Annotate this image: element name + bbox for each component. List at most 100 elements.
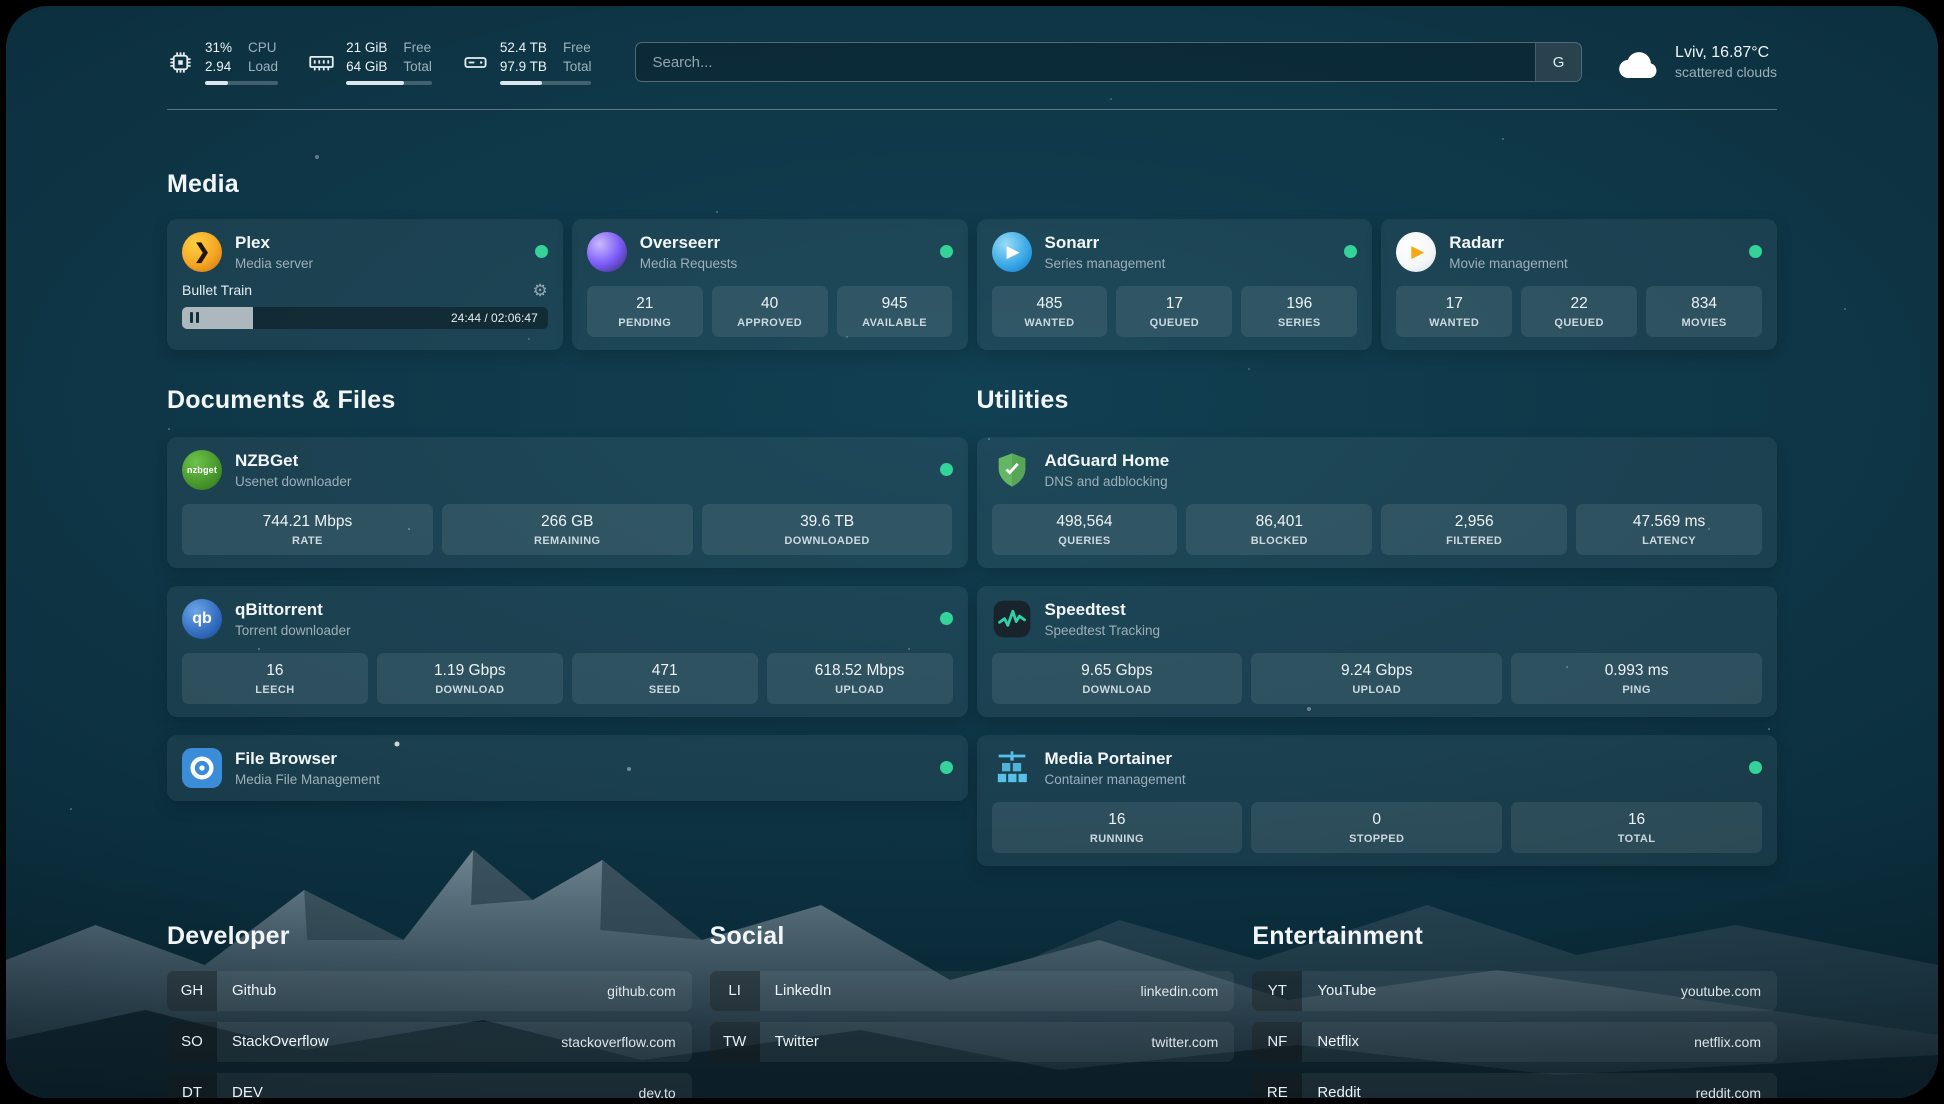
bookmark-twitter[interactable]: TW Twitter twitter.com [710,1022,1235,1062]
radarr-subtitle: Movie management [1449,256,1568,271]
filebrowser-card-header[interactable]: File Browser Media File Management [182,748,953,788]
bookmark-github[interactable]: GH Github github.com [167,971,692,1011]
portainer-icon [992,748,1032,788]
bookmark-reddit[interactable]: RE Reddit reddit.com [1252,1073,1777,1098]
adguard-icon [992,450,1032,490]
dashboard-content: 31% 2.94 CPU Load [167,6,1777,1098]
bookmark-name: Reddit [1302,1073,1360,1098]
radarr-title: Radarr [1449,233,1568,253]
plex-title: Plex [235,233,313,253]
stat-wanted: 485 WANTED [992,286,1108,337]
disk-free: 52.4 TB [500,40,547,57]
qbittorrent-meta: qBittorrent Torrent downloader [235,600,351,638]
radarr-icon: ▶ [1396,232,1436,272]
weather-text: Lviv, 16.87°C scattered clouds [1675,44,1777,80]
qbittorrent-icon: qb [182,599,222,639]
service-card-speedtest[interactable]: Speedtest Speedtest Tracking 9.65 Gbps D… [977,586,1778,717]
sonarr-status-dot [1344,245,1357,258]
stat-rate: 744.21 Mbps RATE [182,504,433,555]
utilities-card-stack: AdGuard Home DNS and adblocking 498,564 … [977,437,1778,866]
overseerr-subtitle: Media Requests [640,256,738,271]
stat-seed: 471 SEED [572,653,758,704]
overseerr-card-header[interactable]: Overseerr Media Requests [587,232,953,272]
service-card-radarr[interactable]: ▶ Radarr Movie management 17 WANTED [1381,219,1777,350]
bookmark-dev[interactable]: DT DEV dev.to [167,1073,692,1098]
adguard-title: AdGuard Home [1045,451,1170,471]
service-card-adguard[interactable]: AdGuard Home DNS and adblocking 498,564 … [977,437,1778,568]
resource-widgets: 31% 2.94 CPU Load [167,40,591,85]
service-card-overseerr[interactable]: Overseerr Media Requests 21 PENDING 40 A… [572,219,968,350]
disk-progressbar [500,81,592,85]
radarr-card-header[interactable]: ▶ Radarr Movie management [1396,232,1762,272]
service-card-portainer[interactable]: Media Portainer Container management 16 … [977,735,1778,866]
service-card-qbittorrent[interactable]: qb qBittorrent Torrent downloader 16 [167,586,968,717]
service-card-plex[interactable]: ❯ Plex Media server Bullet Train ⚙ [167,219,563,350]
search-provider-button[interactable]: G [1535,43,1581,81]
memory-label-1: Free [403,40,432,57]
stat-upload: 9.24 Gbps UPLOAD [1251,653,1502,704]
bookmark-linkedin[interactable]: LI LinkedIn linkedin.com [710,971,1235,1011]
nzbget-stats: 744.21 Mbps RATE 266 GB REMAINING 39.6 T… [182,504,953,555]
media-section-title: Media [167,170,1777,199]
stat-leech: 16 LEECH [182,653,368,704]
search-input[interactable] [636,43,1535,81]
bookmark-url: dev.to [639,1073,692,1098]
pause-icon[interactable] [190,312,199,323]
adguard-card-header[interactable]: AdGuard Home DNS and adblocking [992,450,1763,490]
radarr-meta: Radarr Movie management [1449,233,1568,271]
search-bar: G [635,42,1582,82]
bookmark-netflix[interactable]: NF Netflix netflix.com [1252,1022,1777,1062]
bookmark-name: Netflix [1302,1022,1359,1062]
nzbget-status-dot [940,463,953,476]
bookmark-youtube[interactable]: YT YouTube youtube.com [1252,971,1777,1011]
radarr-stats: 17 WANTED 22 QUEUED 834 MOVIES [1396,286,1762,337]
stat-approved: 40 APPROVED [712,286,828,337]
plex-card-header[interactable]: ❯ Plex Media server [182,232,548,272]
bookmark-abbr: RE [1252,1073,1302,1098]
nzbget-icon-text: nzbget [187,465,217,475]
stat-available: 945 AVAILABLE [837,286,953,337]
sonarr-card-header[interactable]: ▶ Sonarr Series management [992,232,1358,272]
filebrowser-icon [182,748,222,788]
nzbget-meta: NZBGet Usenet downloader [235,451,351,489]
stat-total: 16 TOTAL [1511,802,1762,853]
qbittorrent-card-header[interactable]: qb qBittorrent Torrent downloader [182,599,953,639]
bookmark-stackoverflow[interactable]: SO StackOverflow stackoverflow.com [167,1022,692,1062]
stat-pending: 21 PENDING [587,286,703,337]
bookmark-url: netflix.com [1694,1022,1777,1062]
service-card-filebrowser[interactable]: File Browser Media File Management [167,735,968,801]
qbittorrent-icon-text: qb [192,610,212,628]
plex-now-playing: Bullet Train ⚙ 24:44 / 02:06:47 [182,282,548,329]
bookmark-name: Github [217,971,276,1011]
cpu-label-2: Load [248,59,278,76]
plex-chevron-glyph: ❯ [194,239,211,264]
sonarr-meta: Sonarr Series management [1045,233,1166,271]
memory-widget-body: 21 GiB 64 GiB Free Total [346,40,432,85]
stat-filtered: 2,956 FILTERED [1381,504,1567,555]
adguard-meta: AdGuard Home DNS and adblocking [1045,451,1170,489]
portainer-card-header[interactable]: Media Portainer Container management [992,748,1763,788]
social-bookmark-list: LI LinkedIn linkedin.com TW Twitter twit… [710,971,1235,1062]
speedtest-card-header[interactable]: Speedtest Speedtest Tracking [992,599,1763,639]
stat-latency: 47.569 ms LATENCY [1576,504,1762,555]
overseerr-status-dot [940,245,953,258]
service-card-sonarr[interactable]: ▶ Sonarr Series management 485 WANTED [977,219,1373,350]
disk-widget-body: 52.4 TB 97.9 TB Free Total [500,40,592,85]
sonarr-subtitle: Series management [1045,256,1166,271]
section-entertainment: Entertainment YT YouTube youtube.com NF … [1252,922,1777,1098]
section-documents: Documents & Files nzbget NZBGet Usenet d… [167,386,968,866]
plex-icon: ❯ [182,232,222,272]
nzbget-title: NZBGet [235,451,351,471]
portainer-meta: Media Portainer Container management [1045,749,1186,787]
cloud-icon [1616,45,1662,79]
sonarr-stats: 485 WANTED 17 QUEUED 196 SERIES [992,286,1358,337]
now-playing-progressbar[interactable]: 24:44 / 02:06:47 [182,307,548,329]
nzbget-card-header[interactable]: nzbget NZBGet Usenet downloader [182,450,953,490]
gear-icon[interactable]: ⚙ [533,282,548,299]
section-utilities: Utilities [977,386,1778,866]
service-card-nzbget[interactable]: nzbget NZBGet Usenet downloader 744.21 M… [167,437,968,568]
portainer-title: Media Portainer [1045,749,1186,769]
developer-section-title: Developer [167,922,692,951]
bookmark-abbr: LI [710,971,760,1011]
filebrowser-meta: File Browser Media File Management [235,749,380,787]
